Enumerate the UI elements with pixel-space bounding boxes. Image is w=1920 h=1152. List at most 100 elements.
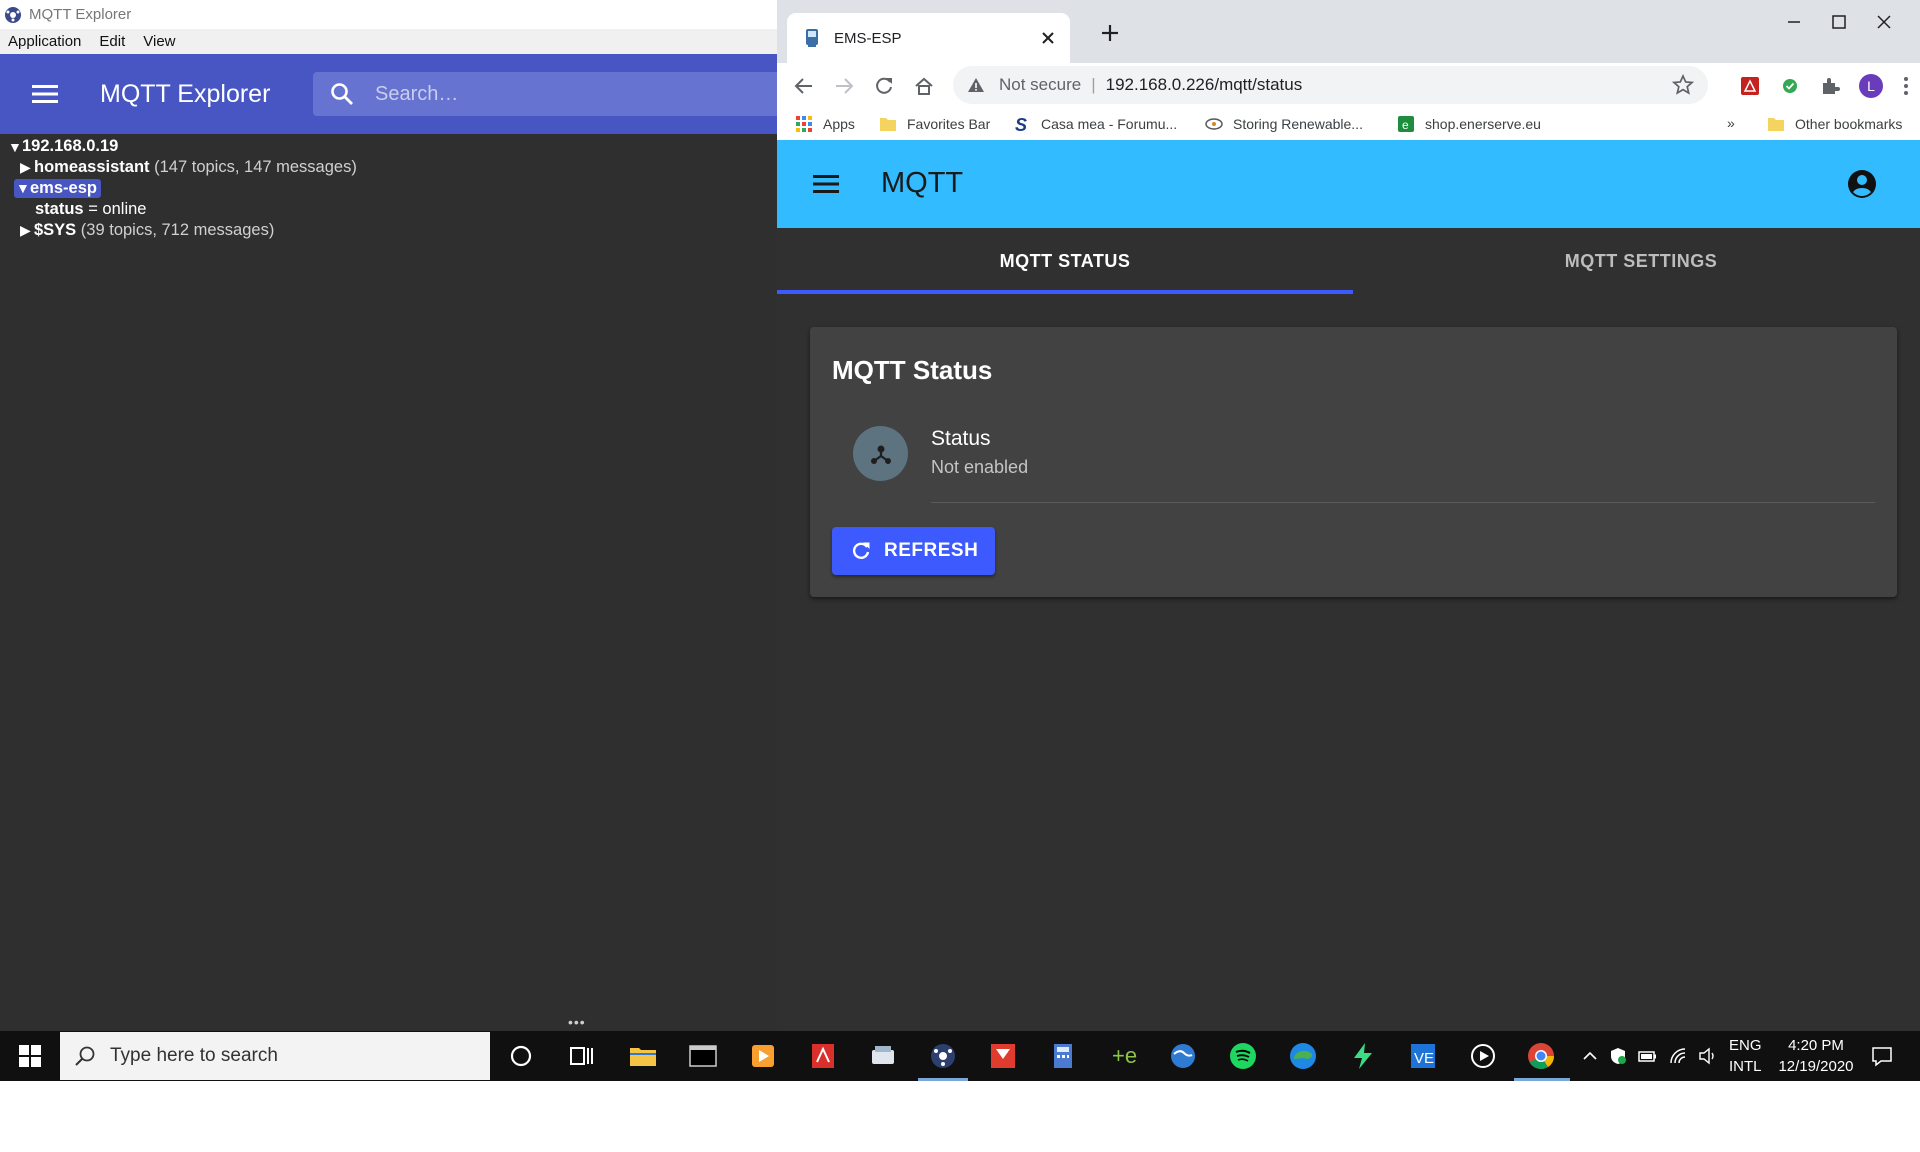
tab-title: EMS-ESP — [834, 29, 902, 47]
task-view-icon[interactable] — [566, 1041, 596, 1071]
app-title: MQTT Explorer — [100, 79, 271, 108]
device-favicon-icon — [806, 29, 818, 47]
new-tab-icon[interactable] — [1099, 22, 1121, 44]
apps-grid-icon — [796, 116, 812, 132]
menu-edit[interactable]: Edit — [99, 33, 125, 50]
menu-bar: Application Edit View — [0, 29, 777, 54]
tree-node-homeassistant[interactable]: ▶ homeassistant (147 topics, 147 message… — [20, 157, 357, 178]
close-window-icon[interactable] — [1872, 10, 1896, 34]
bookmarks-overflow-button[interactable]: » — [1727, 115, 1735, 131]
not-secure-warning-icon — [968, 78, 984, 92]
collapsed-arrow-icon: ▶ — [20, 159, 31, 175]
omnibox-separator: | — [1091, 75, 1096, 94]
spotify-icon[interactable] — [1228, 1041, 1258, 1071]
calculator-icon[interactable] — [1048, 1041, 1078, 1071]
back-icon[interactable] — [793, 75, 815, 97]
svg-text:S: S — [1015, 115, 1027, 133]
enerserve-logo-icon: e — [1398, 116, 1414, 132]
tab-mqtt-settings[interactable]: MQTT SETTINGS — [1353, 228, 1920, 294]
tree-node-sys[interactable]: ▶ $SYS (39 topics, 712 messages) — [20, 220, 274, 241]
window-title: MQTT Explorer — [29, 6, 132, 23]
maximize-icon[interactable] — [1827, 10, 1851, 34]
bookmark-other-bookmarks[interactable]: Other bookmarks — [1767, 115, 1902, 133]
status-label: Status — [931, 427, 991, 450]
profile-avatar[interactable]: L — [1859, 74, 1883, 98]
active-tab-indicator — [777, 290, 1353, 294]
tree-node-ems-esp[interactable]: ▼ems-esp — [14, 178, 101, 199]
card-title: MQTT Status — [832, 355, 993, 385]
expanded-arrow-icon: ▼ — [8, 138, 22, 155]
topic-name: status — [35, 200, 84, 218]
energy-app-icon[interactable]: +e — [1108, 1041, 1138, 1071]
search-icon — [75, 1046, 95, 1066]
lightning-app-icon[interactable] — [1348, 1041, 1378, 1071]
calendar-app-icon[interactable] — [988, 1041, 1018, 1071]
playback-app-icon[interactable] — [1468, 1041, 1498, 1071]
expanded-arrow-icon: ▼ — [16, 180, 30, 196]
file-explorer-icon[interactable] — [628, 1041, 658, 1071]
globe-app-icon[interactable] — [1168, 1041, 1198, 1071]
edge-icon[interactable] — [1288, 1041, 1318, 1071]
taskbar-search-box[interactable]: Type here to search — [60, 1032, 490, 1080]
green-check-extension-icon[interactable] — [1779, 75, 1801, 97]
mqtt-explorer-app-bar: MQTT Explorer Search… — [0, 54, 783, 134]
extensions-puzzle-icon[interactable] — [1819, 75, 1841, 97]
notifications-icon[interactable] — [1870, 1044, 1894, 1068]
bookmark-storing-renewable[interactable]: Storing Renewable... — [1205, 115, 1363, 133]
refresh-button[interactable]: REFRESH — [832, 527, 995, 575]
bookmark-favorites-bar[interactable]: Favorites Bar — [879, 115, 990, 133]
bookmark-casa-mea[interactable]: S Casa mea - Forumu... — [1013, 115, 1177, 133]
reload-icon[interactable] — [873, 75, 895, 97]
defender-shield-icon[interactable] — [1608, 1046, 1628, 1066]
home-icon[interactable] — [913, 75, 935, 97]
pdf-extension-icon[interactable] — [1739, 75, 1761, 97]
menu-icon[interactable] — [32, 85, 58, 103]
minimize-icon[interactable] — [1782, 10, 1806, 34]
tree-node-broker[interactable]: ▼ 192.168.0.19 — [8, 136, 118, 157]
bookmark-label: shop.enerserve.eu — [1425, 116, 1541, 132]
address-bar[interactable]: Not secure | 192.168.0.226/mqtt/status — [953, 66, 1708, 104]
terminal-icon[interactable] — [688, 1041, 718, 1071]
mqtt-tabs: MQTT STATUS MQTT SETTINGS — [777, 228, 1920, 294]
bookmark-label: Apps — [823, 116, 855, 132]
bookmark-enerserve[interactable]: e shop.enerserve.eu — [1397, 115, 1541, 133]
menu-view[interactable]: View — [143, 33, 175, 50]
close-tab-icon[interactable] — [1038, 28, 1058, 48]
pane-resize-handle[interactable]: ••• — [568, 1014, 586, 1030]
show-hidden-icons-chevron-icon[interactable] — [1580, 1046, 1600, 1066]
status-value: Not enabled — [931, 457, 1029, 477]
forward-icon[interactable] — [833, 75, 855, 97]
system-clock[interactable]: 4:20 PM 12/19/2020 — [1766, 1035, 1866, 1077]
start-button[interactable] — [0, 1031, 60, 1081]
battery-icon[interactable] — [1637, 1046, 1657, 1066]
bookmark-star-icon[interactable] — [1672, 74, 1694, 96]
chrome-icon[interactable] — [1526, 1041, 1556, 1071]
svg-text:+e: +e — [1112, 1043, 1137, 1068]
wifi-icon[interactable] — [1668, 1046, 1688, 1066]
menu-icon[interactable] — [813, 175, 839, 193]
tab-mqtt-status[interactable]: MQTT STATUS — [777, 228, 1353, 294]
search-placeholder: Type here to search — [110, 1045, 278, 1066]
active-app-indicator — [1514, 1078, 1570, 1081]
tree-node-status[interactable]: status = online — [35, 199, 146, 220]
bookmark-label: Other bookmarks — [1795, 116, 1903, 132]
cortana-icon[interactable] — [506, 1041, 536, 1071]
account-circle-icon[interactable] — [1847, 169, 1877, 199]
mqtt-explorer-taskbar-icon[interactable] — [928, 1041, 958, 1071]
folder-icon — [880, 118, 896, 131]
scanner-app-icon[interactable] — [868, 1041, 898, 1071]
browser-menu-icon[interactable] — [1895, 75, 1917, 97]
topic-search-input[interactable]: Search… — [313, 72, 783, 116]
acrobat-icon[interactable] — [808, 1041, 838, 1071]
menu-application[interactable]: Application — [8, 33, 81, 50]
mqtt-explorer-titlebar: MQTT Explorer — [0, 0, 777, 29]
media-player-icon[interactable] — [748, 1041, 778, 1071]
vs-code-icon[interactable]: VE — [1408, 1041, 1438, 1071]
bookmark-apps[interactable]: Apps — [795, 115, 855, 133]
s-logo-icon: S — [1015, 115, 1027, 133]
tab-strip: EMS-ESP — [777, 0, 1920, 63]
input-language-indicator[interactable]: ENG INTL — [1729, 1035, 1762, 1077]
browser-tab-ems-esp[interactable]: EMS-ESP — [787, 13, 1070, 63]
url-text: 192.168.0.226/mqtt/status — [1105, 75, 1303, 94]
volume-icon[interactable] — [1698, 1046, 1718, 1066]
